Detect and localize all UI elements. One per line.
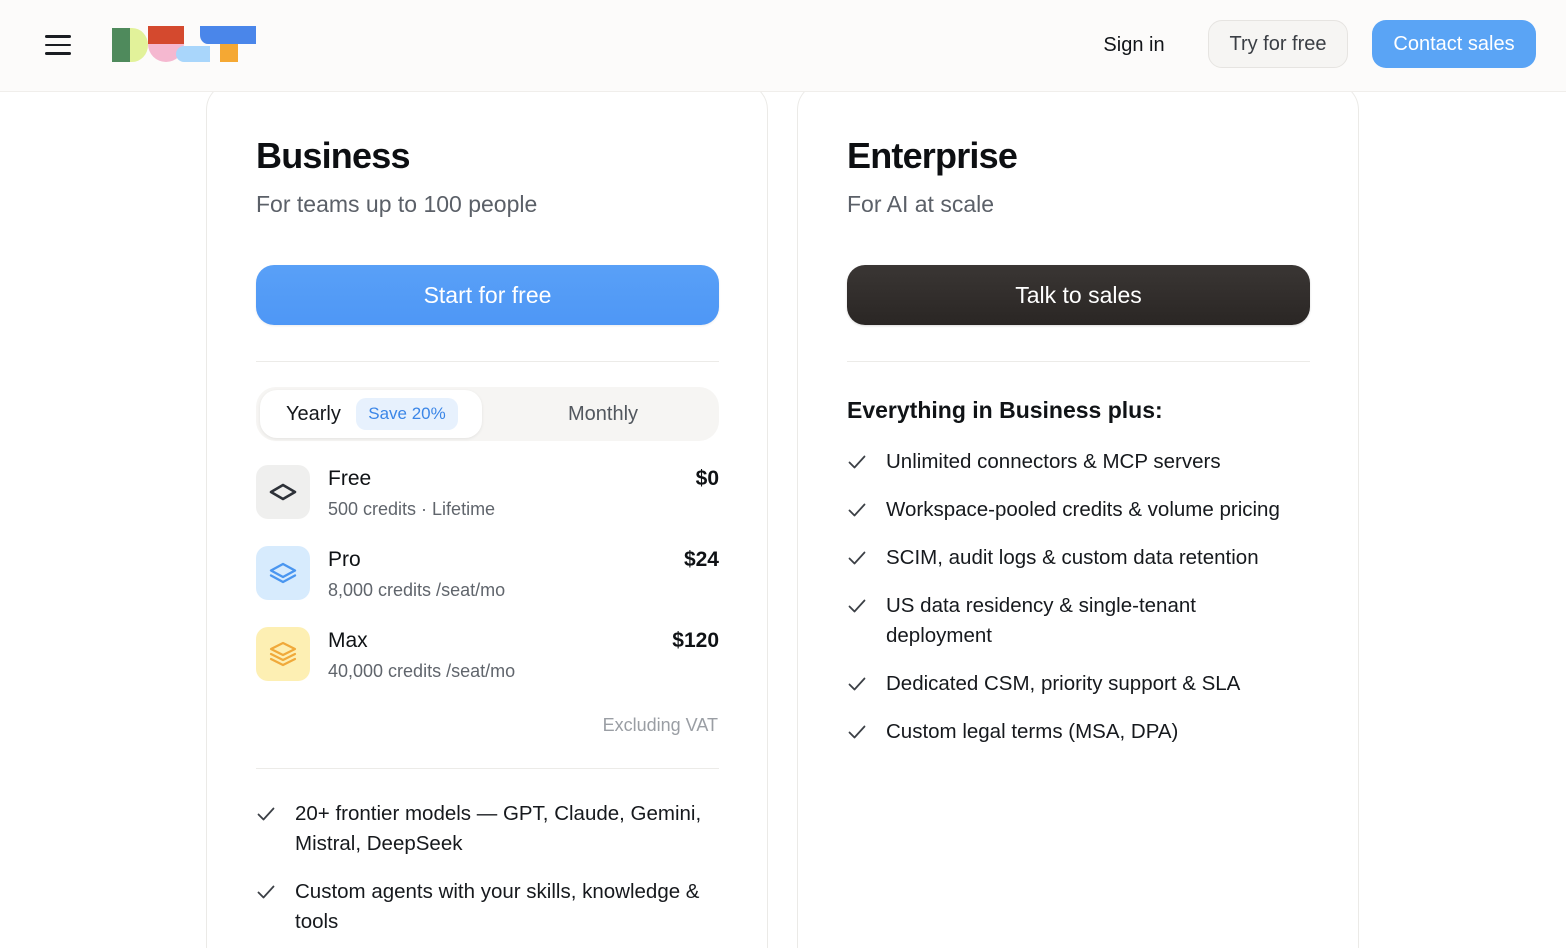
feature-item: Workspace-pooled credits & volume pricin… [847, 495, 1297, 525]
check-icon [848, 503, 866, 517]
plan-price: $24 [683, 548, 719, 571]
feature-item: US data residency & single-tenant deploy… [847, 591, 1297, 651]
dust-logo[interactable] [112, 26, 258, 64]
check-icon [848, 725, 866, 739]
yearly-label: Yearly [286, 403, 341, 425]
plan-name: Free [328, 467, 372, 490]
hamburger-menu-icon[interactable] [40, 28, 76, 62]
business-title: Business [256, 135, 410, 176]
feature-item: Custom legal terms (MSA, DPA) [847, 717, 1297, 747]
start-for-free-button[interactable]: Start for free [256, 265, 719, 325]
feature-text: 20+ frontier models — GPT, Claude, Gemin… [295, 802, 702, 855]
check-icon [848, 677, 866, 691]
enterprise-title: Enterprise [847, 135, 1018, 176]
yearly-option[interactable]: Yearly Save 20% [260, 390, 482, 438]
enterprise-subtitle: For AI at scale [847, 191, 995, 217]
feature-text: Custom agents with your skills, knowledg… [295, 880, 700, 933]
enterprise-feature-list: Unlimited connectors & MCP servers Works… [847, 447, 1297, 747]
check-icon [848, 599, 866, 613]
plan-price: $0 [695, 467, 719, 490]
single-layer-icon [256, 465, 310, 519]
feature-text: Unlimited connectors & MCP servers [886, 450, 1221, 473]
billing-period-toggle: Yearly Save 20% Monthly [256, 387, 719, 441]
check-icon [257, 807, 275, 821]
double-layer-icon [256, 546, 310, 600]
plan-name: Pro [328, 548, 361, 571]
plan-detail: 8,000 credits /seat/mo [328, 580, 506, 600]
business-feature-list: 20+ frontier models — GPT, Claude, Gemin… [256, 799, 726, 937]
plan-detail: 40,000 credits /seat/mo [328, 661, 516, 681]
plan-pro: Pro 8,000 credits /seat/mo $24 [256, 546, 719, 602]
feature-text: US data residency & single-tenant deploy… [886, 594, 1196, 647]
plan-price: $120 [672, 629, 719, 652]
enterprise-features-heading: Everything in Business plus: [847, 397, 1163, 423]
sign-in-link[interactable]: Sign in [1088, 22, 1180, 68]
feature-text: Dedicated CSM, priority support & SLA [886, 672, 1241, 695]
try-for-free-button[interactable]: Try for free [1208, 20, 1348, 68]
save-badge: Save 20% [356, 398, 458, 430]
business-plan-card: Business For teams up to 100 people Star… [206, 82, 768, 948]
talk-to-sales-button[interactable]: Talk to sales [847, 265, 1310, 325]
divider [256, 768, 719, 769]
enterprise-plan-card: Enterprise For AI at scale Talk to sales… [797, 82, 1359, 948]
feature-item: Dedicated CSM, priority support & SLA [847, 669, 1297, 699]
feature-text: SCIM, audit logs & custom data retention [886, 546, 1259, 569]
contact-sales-button[interactable]: Contact sales [1372, 20, 1536, 68]
feature-item: Unlimited connectors & MCP servers [847, 447, 1297, 477]
plan-free: Free 500 credits · Lifetime $0 [256, 465, 719, 521]
plan-name: Max [328, 629, 368, 652]
plan-detail: 500 credits · Lifetime [328, 499, 496, 519]
check-icon [848, 551, 866, 565]
feature-item: SCIM, audit logs & custom data retention [847, 543, 1297, 573]
top-navigation-bar: Sign in Try for free Contact sales [0, 0, 1566, 92]
divider [847, 361, 1310, 362]
check-icon [257, 885, 275, 899]
feature-text: Custom legal terms (MSA, DPA) [886, 720, 1179, 743]
vat-note: Excluding VAT [602, 715, 718, 735]
monthly-option[interactable]: Monthly [496, 390, 710, 438]
feature-item: 20+ frontier models — GPT, Claude, Gemin… [256, 799, 726, 859]
plan-max: Max 40,000 credits /seat/mo $120 [256, 627, 719, 683]
check-icon [848, 455, 866, 469]
business-subtitle: For teams up to 100 people [256, 191, 538, 217]
feature-item: Custom agents with your skills, knowledg… [256, 877, 726, 937]
divider [256, 361, 719, 362]
feature-text: Workspace-pooled credits & volume pricin… [886, 498, 1280, 521]
triple-layer-icon [256, 627, 310, 681]
